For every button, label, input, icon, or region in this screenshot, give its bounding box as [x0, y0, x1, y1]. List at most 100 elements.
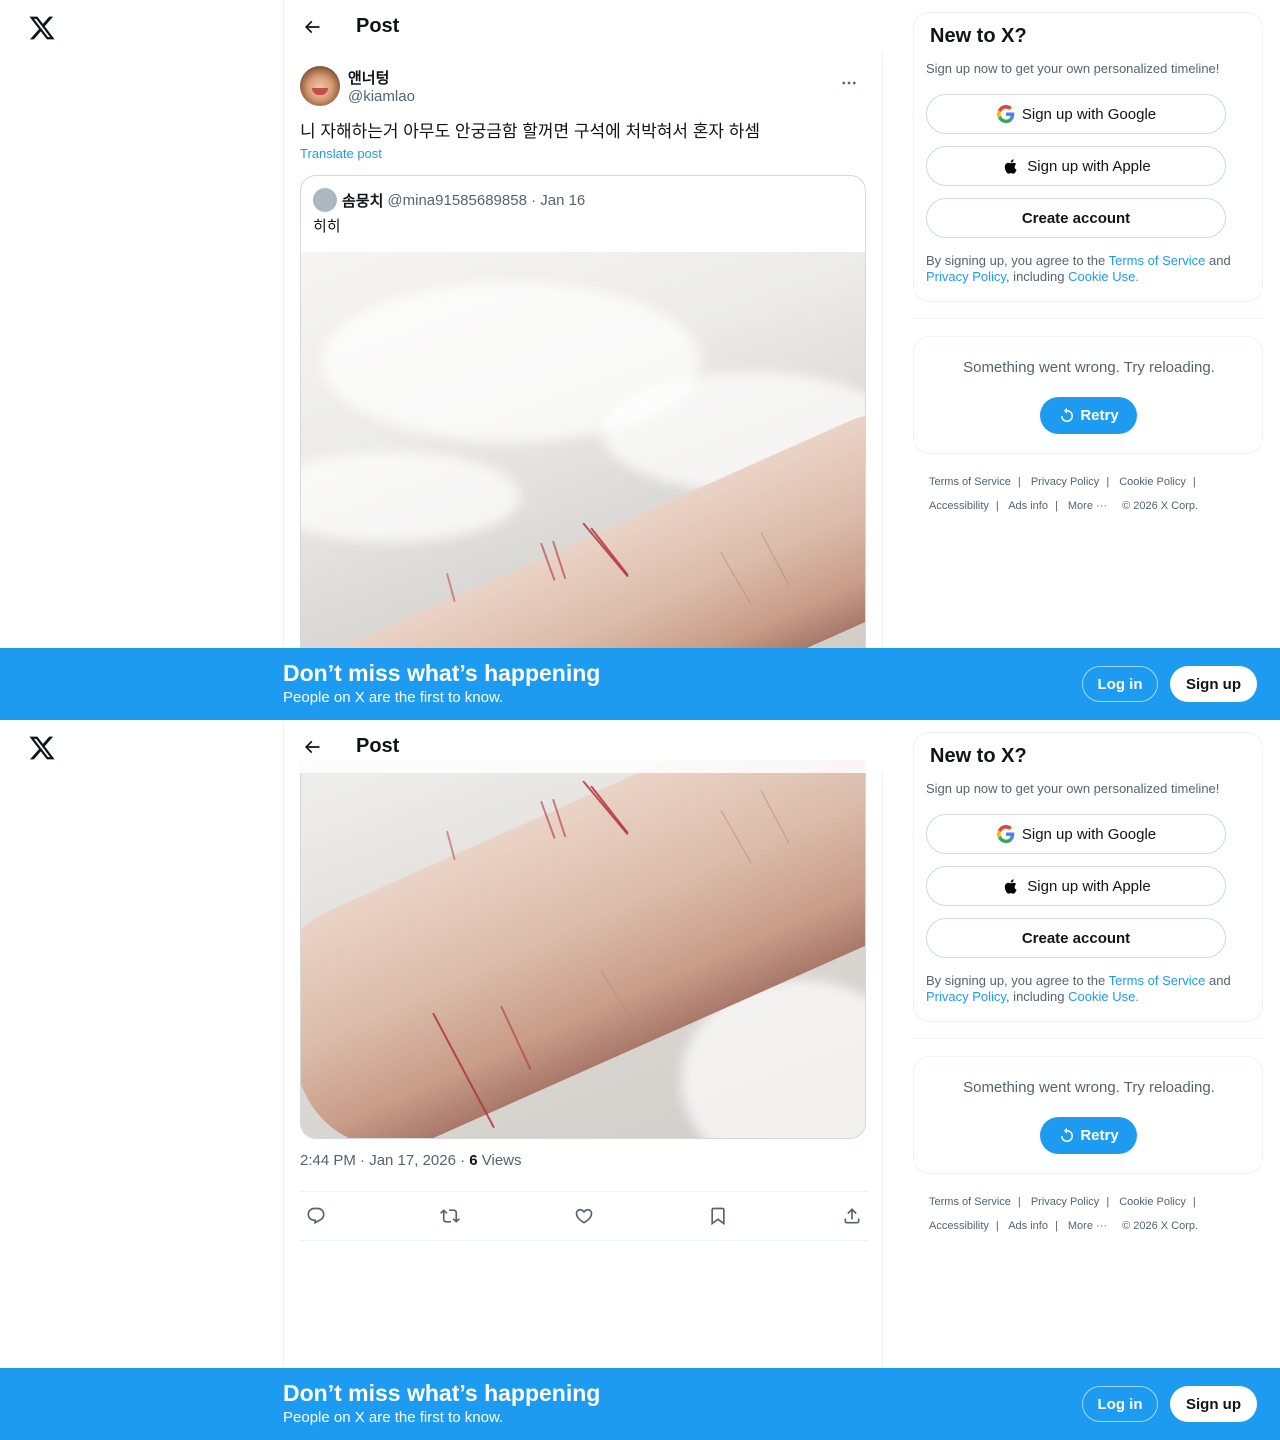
divider: [913, 1038, 1263, 1039]
login-button[interactable]: Log in: [1082, 1386, 1158, 1422]
quoted-photo[interactable]: [301, 252, 865, 672]
page-title: Post: [356, 735, 400, 757]
privacy-policy-link[interactable]: Privacy Policy: [926, 989, 1006, 1004]
page-title: Post: [356, 15, 400, 37]
signup-google-button[interactable]: Sign up with Google: [926, 94, 1226, 134]
translate-post-link[interactable]: Translate post: [300, 146, 382, 161]
author-handle[interactable]: @kiamlao: [348, 88, 415, 105]
footer-links: Terms of Service | Privacy Policy | Cookie…: [929, 476, 1199, 512]
quoted-photo-continued[interactable]: [300, 760, 866, 1139]
signup-google-label: Sign up with Google: [1021, 825, 1157, 843]
quoted-photo[interactable]: [301, 760, 865, 1138]
footer-terms-link[interactable]: Terms of Service: [929, 476, 1011, 488]
legal-and: and: [1205, 253, 1231, 268]
more-options-button[interactable]: [832, 66, 866, 100]
footer-ads-info-link[interactable]: Ads info: [1008, 500, 1048, 512]
footer-ads-info-link[interactable]: Ads info: [1008, 1220, 1048, 1232]
quoted-avatar: [313, 188, 337, 212]
signup-button[interactable]: Sign up: [1170, 1386, 1257, 1422]
terms-of-service-link[interactable]: Terms of Service: [1109, 253, 1206, 268]
signup-banner: Don’t miss what’s happening People on X …: [0, 1368, 1280, 1440]
signup-card: New to X? Sign up now to get your own pe…: [913, 12, 1263, 302]
avatar[interactable]: [300, 66, 340, 106]
error-card: Something went wrong. Try reloading. Ret…: [913, 1056, 1263, 1174]
x-logo-icon[interactable]: [28, 734, 56, 762]
repost-icon: [440, 1209, 460, 1223]
post-actions-bar: [300, 1191, 868, 1241]
retry-button[interactable]: Retry: [1040, 1117, 1137, 1154]
signup-apple-button[interactable]: Sign up with Apple: [926, 146, 1226, 186]
divider: [913, 318, 1263, 319]
footer-accessibility-link[interactable]: Accessibility: [929, 500, 989, 512]
bookmark-icon: [711, 1207, 725, 1226]
bookmark-button[interactable]: [706, 1204, 730, 1228]
back-button[interactable]: [294, 729, 330, 765]
cookie-use-link[interactable]: Cookie Use.: [1068, 269, 1139, 284]
share-button[interactable]: [840, 1204, 864, 1228]
apple-icon: [1001, 156, 1021, 176]
signup-legal-text: By signing up, you agree to the Terms of…: [926, 973, 1246, 1005]
banner-subtitle: People on X are the first to know.: [283, 1409, 504, 1426]
footer-terms-link[interactable]: Terms of Service: [929, 1196, 1011, 1208]
login-button[interactable]: Log in: [1082, 666, 1158, 702]
footer-privacy-link[interactable]: Privacy Policy: [1031, 476, 1099, 488]
like-button[interactable]: [572, 1204, 596, 1228]
arrow-left-icon: [304, 20, 320, 33]
quoted-text: 히히: [313, 218, 341, 235]
create-account-button[interactable]: Create account: [926, 198, 1226, 238]
footer-more-link[interactable]: More ···: [1068, 500, 1107, 512]
signup-title: New to X?: [930, 25, 1027, 47]
viewport-scrolled: Post 2:44 PM · Jan 17, 2026 · 6 Views Ne…: [0, 720, 1280, 1440]
footer-more-link[interactable]: More ···: [1068, 1220, 1107, 1232]
views-label: Views: [477, 1152, 522, 1169]
retry-label: Retry: [1080, 407, 1119, 424]
signup-google-button[interactable]: Sign up with Google: [926, 814, 1226, 854]
author-display-name[interactable]: 앤너텅: [348, 67, 415, 88]
signup-button[interactable]: Sign up: [1170, 666, 1257, 702]
refresh-icon: [1061, 1127, 1074, 1142]
signup-subtitle: Sign up now to get your own personalized…: [926, 61, 1220, 76]
viewport-top: Post 앤너텅 @kiamlao 니 자해하는거 아무도 안궁금함 할꺼면 구…: [0, 0, 1280, 720]
footer-accessibility-link[interactable]: Accessibility: [929, 1220, 989, 1232]
signup-subtitle: Sign up now to get your own personalized…: [926, 781, 1220, 796]
cookie-use-link[interactable]: Cookie Use.: [1068, 989, 1139, 1004]
google-icon: [996, 104, 1016, 124]
retry-button[interactable]: Retry: [1040, 397, 1137, 434]
signup-apple-button[interactable]: Sign up with Apple: [926, 866, 1226, 906]
quoted-post[interactable]: 솜뭉치 @mina91585689858 · Jan 16 히히: [300, 175, 866, 673]
signup-apple-label: Sign up with Apple: [1027, 877, 1151, 895]
post-time: 2:44 PM · Jan 17, 2026 ·: [300, 1152, 470, 1169]
like-icon: [575, 1208, 593, 1224]
signup-title: New to X?: [930, 745, 1027, 767]
legal-including: , including: [1005, 989, 1069, 1004]
post-timestamp[interactable]: 2:44 PM · Jan 17, 2026 · 6 Views: [300, 1152, 522, 1169]
error-message: Something went wrong. Try reloading.: [963, 359, 1215, 376]
x-logo-icon[interactable]: [28, 14, 56, 42]
google-icon: [996, 824, 1016, 844]
reply-button[interactable]: [304, 1204, 328, 1228]
legal-and: and: [1205, 973, 1231, 988]
error-card: Something went wrong. Try reloading. Ret…: [913, 336, 1263, 454]
primary-column: Post 앤너텅 @kiamlao 니 자해하는거 아무도 안궁금함 할꺼면 구…: [283, 0, 883, 720]
page-header: Post: [284, 0, 883, 53]
footer-cookie-link[interactable]: Cookie Policy: [1119, 476, 1186, 488]
footer-cookie-link[interactable]: Cookie Policy: [1119, 1196, 1186, 1208]
banner-subtitle: People on X are the first to know.: [283, 689, 504, 706]
privacy-policy-link[interactable]: Privacy Policy: [926, 269, 1006, 284]
copyright: © 2026 X Corp.: [1122, 1220, 1199, 1232]
footer-links: Terms of Service | Privacy Policy | Cookie…: [929, 1196, 1199, 1232]
page-header: Post: [284, 720, 883, 773]
terms-of-service-link[interactable]: Terms of Service: [1109, 973, 1206, 988]
apple-icon: [1001, 876, 1021, 896]
create-account-button[interactable]: Create account: [926, 918, 1226, 958]
footer-privacy-link[interactable]: Privacy Policy: [1031, 1196, 1099, 1208]
repost-button[interactable]: [438, 1204, 462, 1228]
banner-title: Don’t miss what’s happening: [283, 660, 601, 686]
signup-google-label: Sign up with Google: [1021, 105, 1157, 123]
error-message: Something went wrong. Try reloading.: [963, 1079, 1215, 1096]
quoted-meta: @mina91585689858 · Jan 16: [387, 191, 586, 209]
reply-icon: [307, 1207, 325, 1225]
banner-title: Don’t miss what’s happening: [283, 1380, 601, 1406]
back-button[interactable]: [294, 9, 330, 45]
legal-prefix: By signing up, you agree to the: [926, 973, 1109, 988]
